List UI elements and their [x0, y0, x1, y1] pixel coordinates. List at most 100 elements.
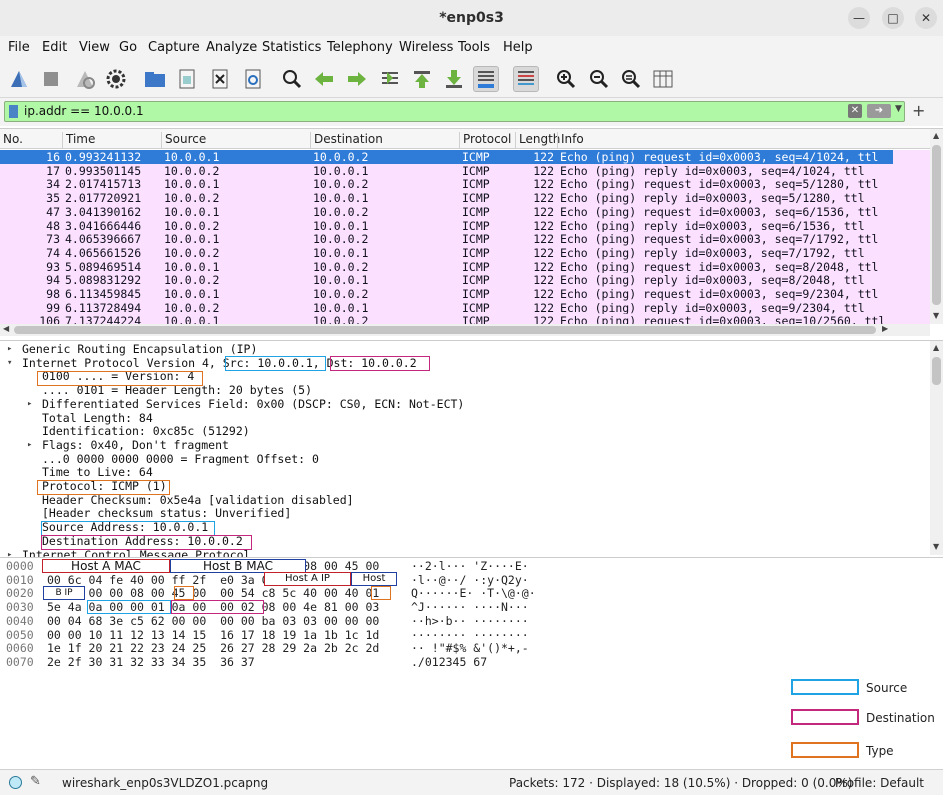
auto-scroll-icon[interactable] [473, 66, 499, 92]
column-no[interactable]: No. [0, 132, 23, 149]
table-row[interactable]: 106 7.137244224 10.0.0.1 10.0.0.2 ICMP 122 Ech… [0, 314, 893, 324]
cell-len: 122 [533, 300, 554, 315]
table-row[interactable]: 35 2.017720921 10.0.0.2 10.0.0.1 ICMP 122 Echo… [0, 191, 893, 206]
expand-chevron-down-icon[interactable]: ▾ [7, 357, 12, 371]
menu-capture[interactable]: Capture [148, 40, 200, 55]
zoom-in-icon[interactable] [553, 66, 579, 92]
table-row[interactable]: 99 6.113728494 10.0.0.2 10.0.0.1 ICMP 122 Echo… [0, 300, 893, 315]
menu-edit[interactable]: Edit [42, 40, 67, 55]
scroll-right-icon[interactable]: ▶ [882, 324, 888, 333]
table-row[interactable]: 94 5.089831292 10.0.0.2 10.0.0.1 ICMP 122 Echo… [0, 273, 893, 288]
filter-history-chevron-down-icon[interactable]: ▼ [895, 104, 902, 114]
cell-src: 10.0.0.2 [164, 245, 220, 260]
menu-statistics[interactable]: Statistics [262, 40, 321, 55]
first-packet-icon[interactable] [409, 66, 435, 92]
column-length[interactable]: Length [515, 132, 560, 149]
hex-bytes: 2e 2f 30 31 32 33 34 35 36 37 [47, 654, 255, 669]
capture-comment-pencil-icon[interactable]: ✎ [30, 774, 41, 789]
table-row[interactable]: 16 0.993241132 10.0.0.1 10.0.0.2 ICMP 122 Echo… [0, 150, 893, 164]
maximize-button[interactable]: □ [882, 7, 904, 29]
go-forward-arrow-icon[interactable] [344, 66, 370, 92]
table-row[interactable]: 93 5.089469514 10.0.0.1 10.0.0.2 ICMP 122 Echo… [0, 259, 893, 274]
tree-item-label: Identification: 0xc85c (51292) [42, 424, 250, 439]
packet-list-hscroll-thumb[interactable] [14, 326, 876, 334]
last-packet-icon[interactable] [441, 66, 467, 92]
go-back-arrow-icon[interactable] [311, 66, 337, 92]
table-row[interactable]: 48 3.041666446 10.0.0.2 10.0.0.1 ICMP 122 Echo… [0, 218, 893, 233]
clear-filter-icon[interactable]: ✕ [848, 104, 862, 118]
normal-size-icon[interactable] [618, 66, 644, 92]
cell-no: 74 [46, 245, 60, 260]
find-packet-icon[interactable] [279, 66, 305, 92]
menu-telephony[interactable]: Telephony [327, 40, 393, 55]
details-scroll-thumb[interactable] [932, 357, 941, 385]
destination-address-annotation-box [41, 535, 252, 550]
cell-no: 35 [46, 191, 60, 206]
capture-options-gear-icon[interactable] [103, 66, 129, 92]
close-file-icon[interactable] [207, 66, 233, 92]
cell-no: 47 [46, 204, 60, 219]
add-filter-button-plus-icon[interactable]: + [912, 101, 925, 120]
apply-filter-arrow-icon[interactable]: ➜ [867, 104, 891, 118]
column-destination[interactable]: Destination [310, 132, 383, 149]
status-bar: ✎ wireshark_enp0s3VLDZO1.pcapng Packets:… [0, 769, 943, 795]
cell-dst: 10.0.0.2 [313, 204, 369, 219]
tree-item-label: Generic Routing Encapsulation (IP) [22, 342, 258, 356]
packet-list-vertical-scrollbar[interactable]: ▲ ▼ [930, 129, 943, 324]
table-row[interactable]: 47 3.041390162 10.0.0.1 10.0.0.2 ICMP 122 Echo… [0, 204, 893, 219]
scroll-down-icon[interactable]: ▼ [933, 311, 939, 320]
table-row[interactable]: 98 6.113459845 10.0.0.1 10.0.0.2 ICMP 122 Echo… [0, 287, 893, 301]
display-filter-input[interactable]: ip.addr == 10.0.0.1 ✕ ➜ ▼ [4, 101, 905, 122]
table-row[interactable]: 34 2.017415713 10.0.0.1 10.0.0.2 ICMP 122 Echo… [0, 177, 893, 192]
menu-help[interactable]: Help [503, 40, 533, 55]
hex-off: 0030 [6, 600, 34, 615]
expert-info-led-icon[interactable] [9, 776, 22, 789]
open-folder-icon[interactable] [142, 66, 168, 92]
expand-chevron-right-icon[interactable]: ▸ [27, 439, 32, 453]
column-info[interactable]: Info [557, 132, 584, 149]
table-row[interactable]: 74 4.065661526 10.0.0.2 10.0.0.1 ICMP 122 Echo… [0, 245, 893, 260]
details-scroll-down-icon[interactable]: ▼ [933, 542, 939, 551]
restart-capture-icon[interactable] [72, 66, 98, 92]
cell-proto: ICMP [462, 177, 490, 192]
table-row[interactable]: 73 4.065396667 10.0.0.1 10.0.0.2 ICMP 122 Echo… [0, 232, 893, 247]
expand-chevron-right-icon[interactable]: ▸ [27, 398, 32, 412]
host-a-mac-label: Host A MAC [42, 559, 170, 573]
packet-list-horizontal-scrollbar[interactable]: ◀ ▶ [0, 324, 930, 336]
menu-view[interactable]: View [79, 40, 110, 55]
stop-capture-icon[interactable] [38, 66, 64, 92]
menu-tools[interactable]: Tools [458, 40, 490, 55]
zoom-out-icon[interactable] [586, 66, 612, 92]
legend-type-label: Type [866, 744, 894, 758]
menu-analyze[interactable]: Analyze [206, 40, 257, 55]
resize-columns-icon[interactable] [650, 66, 676, 92]
filter-value[interactable]: ip.addr == 10.0.0.1 [24, 104, 144, 118]
filter-bookmark-icon[interactable] [9, 105, 18, 118]
save-file-icon[interactable] [174, 66, 200, 92]
reload-file-icon[interactable] [240, 66, 266, 92]
menu-go[interactable]: Go [119, 40, 137, 55]
go-to-packet-icon[interactable] [377, 66, 403, 92]
scroll-up-icon[interactable]: ▲ [933, 131, 939, 140]
column-source[interactable]: Source [161, 132, 206, 149]
b-ip-label: B IP [43, 586, 85, 600]
cell-len: 122 [533, 259, 554, 274]
table-row[interactable]: 17 0.993501145 10.0.0.2 10.0.0.1 ICMP 122 Echo… [0, 163, 893, 178]
menu-file[interactable]: File [8, 40, 30, 55]
minimize-button[interactable]: — [848, 7, 870, 29]
tree-item-label: Header Checksum: 0x5e4a [validation disa… [42, 492, 354, 507]
menu-wireless[interactable]: Wireless [399, 40, 453, 55]
details-scroll-up-icon[interactable]: ▲ [933, 343, 939, 352]
scroll-left-icon[interactable]: ◀ [3, 324, 9, 333]
expand-chevron-right-icon[interactable]: ▸ [7, 343, 12, 357]
colorize-list-icon[interactable] [513, 66, 539, 92]
start-capture-icon[interactable] [6, 66, 32, 92]
details-vertical-scrollbar[interactable]: ▲ ▼ [930, 341, 943, 555]
packet-list-scroll-thumb[interactable] [932, 145, 941, 305]
packet-rows: 16 0.993241132 10.0.0.1 10.0.0.2 ICMP 122 Echo… [0, 150, 930, 324]
column-time[interactable]: Time [62, 132, 95, 149]
close-button[interactable]: ✕ [915, 7, 937, 29]
legend-source-swatch [791, 679, 859, 695]
profile-indicator[interactable]: Profile: Default [835, 776, 924, 790]
column-protocol[interactable]: Protocol [459, 132, 511, 149]
